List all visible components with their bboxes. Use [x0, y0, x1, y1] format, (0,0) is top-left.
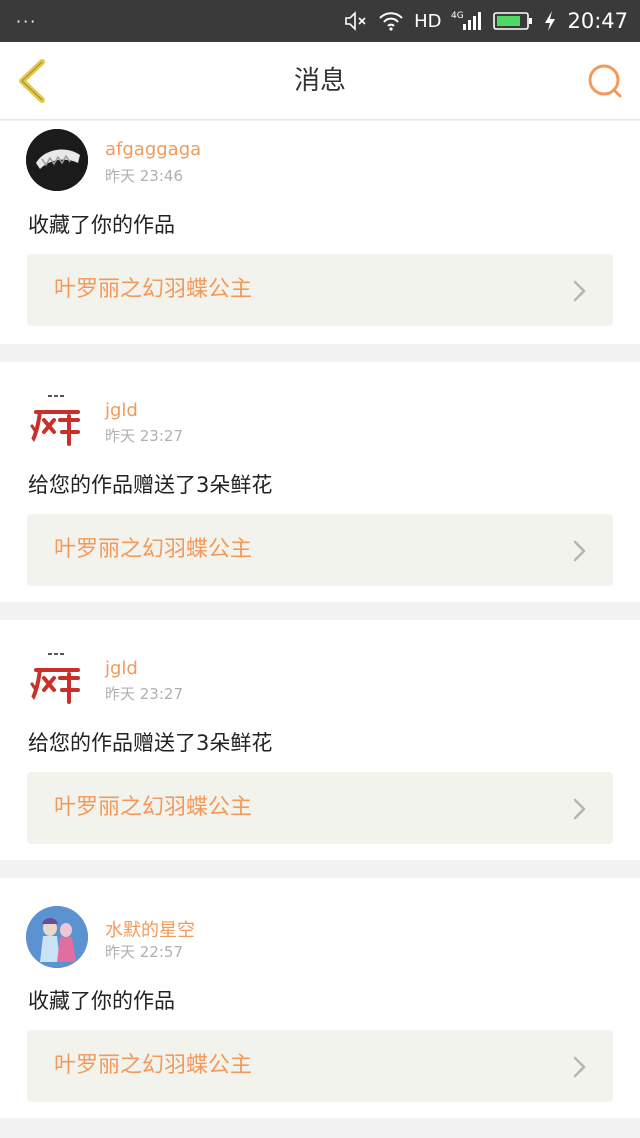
- username[interactable]: jgld: [105, 658, 138, 679]
- network-label: HD: [414, 10, 442, 32]
- message-list[interactable]: afgaggaga 昨天 23:46 收藏了你的作品 叶罗丽之幻羽蝶公主 jgl…: [0, 121, 640, 1138]
- work-title: 叶罗丽之幻羽蝶公主: [54, 795, 253, 820]
- message-time: 昨天 23:27: [105, 427, 183, 445]
- page-title: 消息: [293, 66, 346, 96]
- status-bar: ··· HD 4G 20:47: [0, 0, 640, 42]
- anime-avatar-image: [26, 906, 88, 968]
- message-card: jgld 昨天 23:27 给您的作品赠送了3朵鲜花 叶罗丽之幻羽蝶公主: [0, 620, 640, 860]
- work-link[interactable]: 叶罗丽之幻羽蝶公主: [27, 254, 613, 326]
- avatar[interactable]: [26, 648, 88, 710]
- message-card: afgaggaga 昨天 23:46 收藏了你的作品 叶罗丽之幻羽蝶公主: [0, 121, 640, 344]
- signal-type-label: 4G: [451, 11, 464, 21]
- status-icons: HD 4G 20:47: [344, 9, 628, 33]
- message-time: 昨天 22:57: [105, 943, 183, 961]
- username[interactable]: 水默的星空: [105, 916, 195, 942]
- battery-icon: [493, 11, 533, 31]
- back-button[interactable]: [16, 58, 50, 104]
- mute-icon: [344, 10, 368, 32]
- notification-dots: ···: [16, 11, 38, 31]
- search-button[interactable]: [586, 62, 624, 100]
- work-link[interactable]: 叶罗丽之幻羽蝶公主: [27, 514, 613, 586]
- username[interactable]: afgaggaga: [105, 139, 201, 160]
- dark-avatar-image: [26, 129, 88, 191]
- message-card: 水默的星空 昨天 22:57 收藏了你的作品 叶罗丽之幻羽蝶公主: [0, 878, 640, 1118]
- work-title: 叶罗丽之幻羽蝶公主: [54, 1053, 253, 1078]
- work-title: 叶罗丽之幻羽蝶公主: [54, 537, 253, 562]
- chevron-right-icon: [573, 1056, 586, 1078]
- charging-icon: [543, 10, 557, 32]
- calligraphy-avatar-image: [26, 648, 88, 710]
- chevron-right-icon: [573, 798, 586, 820]
- work-link[interactable]: 叶罗丽之幻羽蝶公主: [27, 1030, 613, 1102]
- chevron-left-icon: [19, 59, 45, 103]
- chevron-right-icon: [573, 280, 586, 302]
- calligraphy-avatar-image: [26, 390, 88, 452]
- work-title: 叶罗丽之幻羽蝶公主: [54, 277, 253, 302]
- nav-bar: 消息: [0, 42, 640, 120]
- message-card: jgld 昨天 23:27 给您的作品赠送了3朵鲜花 叶罗丽之幻羽蝶公主: [0, 362, 640, 602]
- message-action: 收藏了你的作品: [28, 213, 175, 237]
- username[interactable]: jgld: [105, 400, 138, 421]
- chevron-right-icon: [573, 540, 586, 562]
- avatar[interactable]: [26, 390, 88, 452]
- message-action: 收藏了你的作品: [28, 989, 175, 1013]
- search-icon: [588, 64, 622, 98]
- message-time: 昨天 23:46: [105, 167, 183, 185]
- message-time: 昨天 23:27: [105, 685, 183, 703]
- message-action: 给您的作品赠送了3朵鲜花: [28, 473, 273, 497]
- avatar[interactable]: [26, 906, 88, 968]
- work-link[interactable]: 叶罗丽之幻羽蝶公主: [27, 772, 613, 844]
- message-action: 给您的作品赠送了3朵鲜花: [28, 731, 273, 755]
- signal-icon: 4G: [451, 9, 483, 33]
- avatar[interactable]: [26, 129, 88, 191]
- wifi-icon: [378, 10, 404, 32]
- clock: 20:47: [567, 9, 628, 33]
